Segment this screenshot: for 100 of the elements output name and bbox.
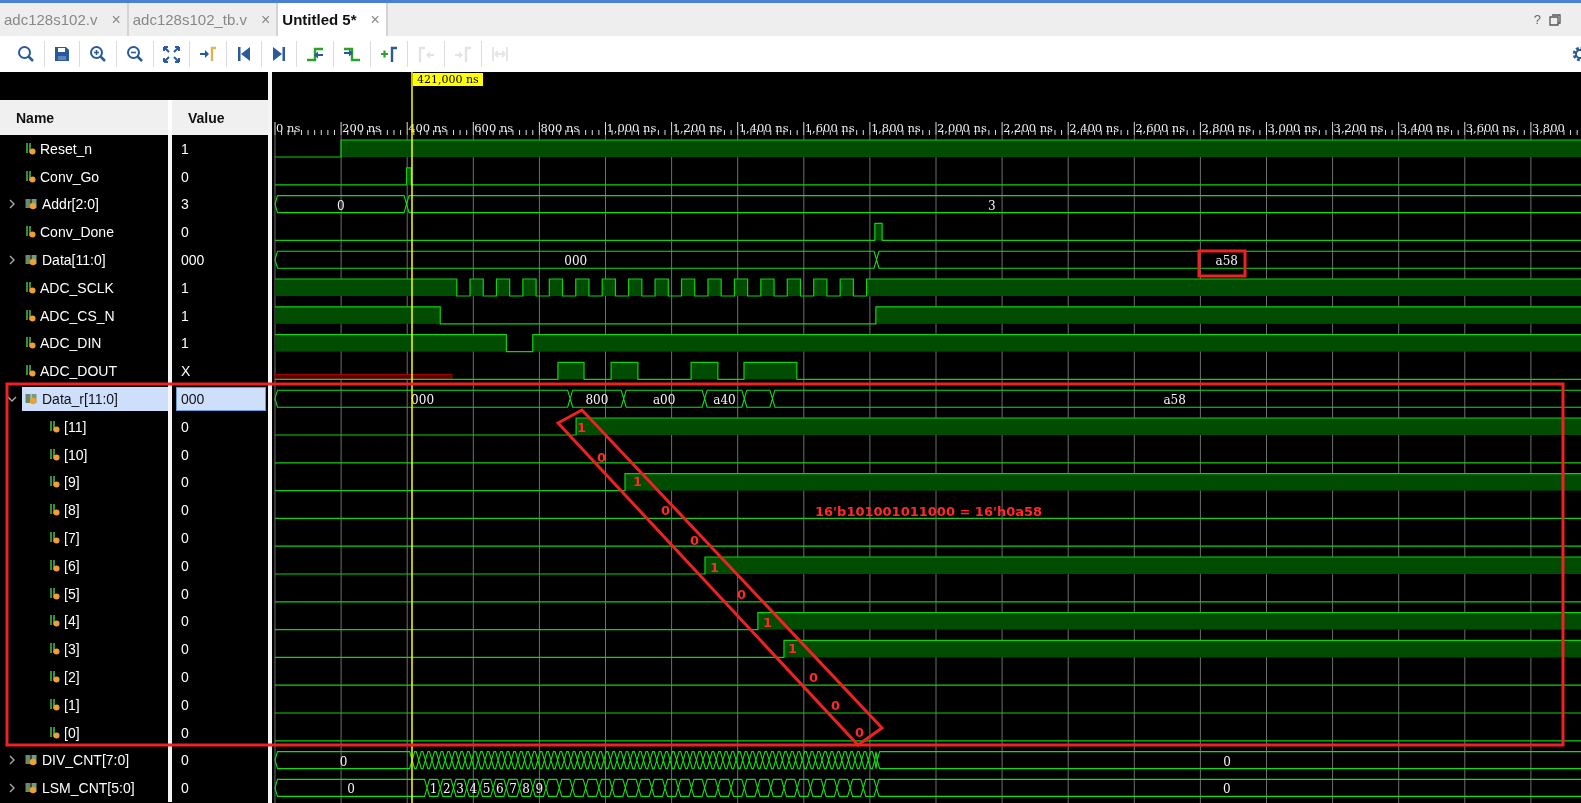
signal-name[interactable]: [6] [46,553,168,578]
bit-signal-icon [49,558,61,573]
annotation-frame [1197,249,1247,278]
chevron-right-icon[interactable] [7,199,17,210]
signal-name[interactable]: [3] [46,637,168,662]
tab-close-button[interactable]: × [370,10,380,29]
signal-name[interactable]: ADC_DIN [22,331,168,356]
signal-name[interactable]: ADC_DOUT [22,359,168,384]
signal-name[interactable]: DIV_CNT[7:0] [22,748,168,773]
bit-signal-icon [25,280,37,295]
marker-span-icon [491,45,509,63]
annotation-bit: 0 [855,724,865,742]
signal-name[interactable]: [9] [46,470,168,495]
signal-value: 0 [180,223,190,243]
bus-signal-icon [25,198,39,211]
bit-signal-icon [25,169,37,184]
editor-tab[interactable]: Untitled 5* × [278,3,388,36]
arrow-to-bracket-icon [199,45,217,63]
bus-value-label: 800 [585,393,609,408]
signal-name[interactable]: Conv_Go [22,164,168,189]
chevron-right-icon[interactable] [7,755,17,766]
bus-signal-icon [25,392,39,406]
chevron-right-icon[interactable] [7,783,17,794]
signal-value: 0 [180,668,190,688]
signal-name[interactable]: [7] [46,526,168,551]
annotation-bit: 0 [809,669,819,687]
annotation-bit: 1 [763,614,773,632]
signal-name[interactable]: ADC_CS_N [22,303,168,328]
fit-arrows-icon [163,45,180,63]
zoom-in-icon [89,45,107,63]
bus-value-label: a58 [1215,254,1238,269]
annotation-bit: 0 [737,586,747,604]
previous-marker-icon [417,45,435,63]
signal-name[interactable]: [8] [46,498,168,523]
signal-name[interactable]: LSM_CNT[5:0] [22,776,168,801]
signal-value: 0 [180,695,190,715]
bus-signal-icon [25,781,39,795]
signal-name[interactable]: Data[11:0] [22,248,168,273]
signal-name[interactable]: [0] [46,720,168,745]
time-tick-label: 3,000 ns [1267,121,1318,135]
time-tick-label: 0 ns [276,121,301,135]
annotation-bit: 0 [661,502,671,520]
signal-name[interactable]: [2] [46,665,168,690]
signal-name[interactable]: [4] [46,609,168,634]
bus-value-label: a00 [652,393,676,408]
time-tick-label: 1,800 ns [870,121,921,135]
annotation-equation: 16'b101001011000 = 16'h0a58 [815,504,1043,519]
zoom-out-icon [126,45,144,63]
signal-value: X [180,362,192,382]
bus-value-label: 1 [429,782,438,797]
signal-name[interactable]: [1] [46,692,168,717]
time-tick-label: 1,400 ns [738,121,789,135]
time-tick-label: 3,200 ns [1333,121,1384,135]
annotation-bit: 1 [710,559,720,577]
bit-signal-icon [49,419,61,434]
signal-value: 0 [180,612,190,632]
skip-to-start-icon [236,46,252,62]
signal-name[interactable]: [10] [46,442,168,467]
time-tick-label: 2,400 ns [1069,121,1120,135]
bus-value-label: 0 [1223,754,1231,769]
time-tick-label: 2,200 ns [1003,121,1053,135]
bus-value-label: a58 [1163,393,1186,408]
signal-name[interactable]: Addr[2:0] [22,192,168,217]
bus-value-label: 2 [443,782,451,797]
time-tick-label: 3,400 ns [1399,121,1450,135]
bus-value-label: 0 [1222,782,1231,797]
time-tick-label: 1,200 ns [672,121,723,135]
value-column-header[interactable]: Value [172,100,268,135]
bit-signal-icon [49,725,61,740]
add-marker-icon [380,45,398,63]
bus-value-label: 000 [564,254,588,269]
bit-signal-icon [49,670,61,685]
bus-value-label: 0 [336,198,345,213]
bit-signal-icon [49,697,61,712]
signal-name[interactable]: ADC_SCLK [22,275,168,300]
bit-signal-icon [49,614,61,629]
help-button[interactable]: ? [1533,12,1541,27]
name-column-header[interactable]: Name [0,100,172,135]
signal-value: 0 [180,723,190,743]
bus-value-label: a40 [713,393,736,408]
save-icon [54,46,70,62]
bus-value-label: 5 [482,782,491,797]
signal-name[interactable]: Data_r[11:0] [22,387,168,412]
bit-signal-icon [49,475,61,490]
bit-signal-icon [25,364,37,379]
bus-value-label: 3 [456,782,464,797]
time-tick-label: 600 ns [474,121,514,135]
signal-name[interactable]: Reset_n [22,136,168,161]
time-tick-label: 2,000 ns [937,121,987,135]
restore-window-icon[interactable] [1549,13,1561,26]
signal-value: 0 [180,501,190,521]
signal-value: 0 [180,529,190,549]
bus-value-label: 7 [509,782,517,797]
signal-name[interactable]: [11] [46,414,168,439]
signal-name[interactable]: Conv_Done [22,220,168,245]
bit-signal-icon [25,336,37,351]
signal-name[interactable]: [5] [46,581,168,606]
bit-signal-icon [49,586,61,601]
time-tick-label: 2,600 ns [1135,121,1186,135]
chevron-right-icon[interactable] [7,255,17,266]
